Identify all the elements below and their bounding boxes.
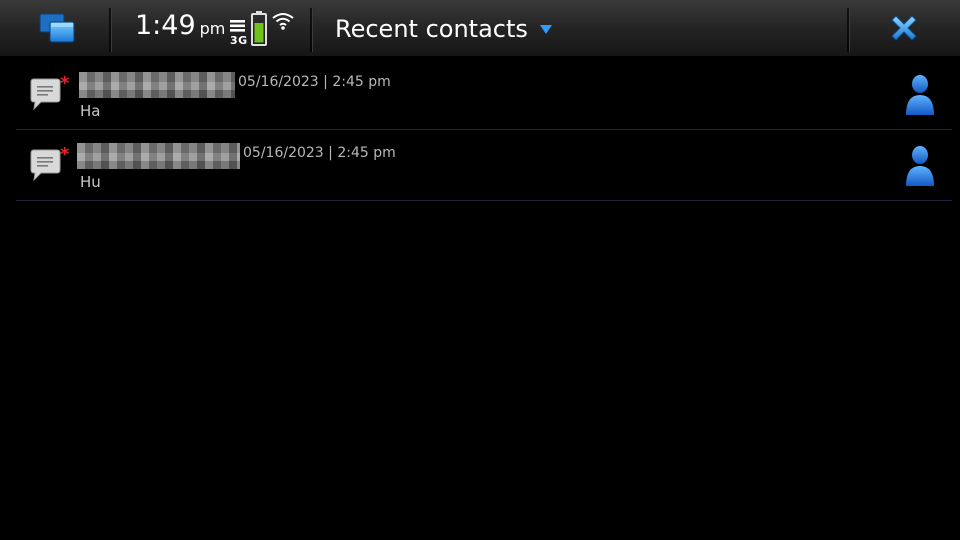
contact-name-redacted xyxy=(79,72,235,98)
wifi-icon xyxy=(272,13,294,30)
unread-message-icon: * xyxy=(30,146,70,182)
message-preview: Hu xyxy=(80,173,101,191)
task-switcher-icon xyxy=(39,13,75,43)
message-preview: Ha xyxy=(80,102,101,120)
app-screen: 1:49 pm 3G Recent contacts * 05/16/2023 … xyxy=(0,0,960,540)
title-separator xyxy=(310,8,313,52)
svg-text:*: * xyxy=(60,146,70,165)
chevron-down-icon xyxy=(539,24,552,34)
contact-avatar-icon[interactable] xyxy=(904,144,936,188)
title-bar: 1:49 pm 3G Recent contacts xyxy=(0,0,960,57)
close-icon xyxy=(891,15,917,41)
network-type: 3G xyxy=(230,34,248,47)
clock-time: 1:49 xyxy=(135,10,196,41)
recent-contacts-list: * 05/16/2023 | 2:45 pm Ha * 05/16/2023 |… xyxy=(16,59,952,201)
unread-message-icon: * xyxy=(30,75,70,111)
battery-icon xyxy=(251,11,267,46)
task-switcher-button[interactable] xyxy=(30,8,82,50)
svg-text:*: * xyxy=(60,75,70,94)
message-time: 2:45 pm xyxy=(332,74,391,90)
title-separator xyxy=(847,8,850,52)
page-title: Recent contacts xyxy=(335,15,528,43)
clock-ampm: pm xyxy=(199,19,226,38)
list-item[interactable]: * 05/16/2023 | 2:45 pm Hu xyxy=(16,130,952,201)
message-date: 05/16/2023 xyxy=(238,74,319,90)
title-separator xyxy=(109,8,112,52)
status-icons[interactable]: 3G xyxy=(226,10,296,50)
message-timestamp: 05/16/2023 | 2:45 pm xyxy=(243,145,396,161)
status-clock[interactable]: 1:49 pm xyxy=(135,10,225,41)
close-button[interactable] xyxy=(888,12,920,44)
contact-name-redacted xyxy=(77,143,240,169)
list-item[interactable]: * 05/16/2023 | 2:45 pm Ha xyxy=(16,59,952,130)
message-timestamp: 05/16/2023 | 2:45 pm xyxy=(238,74,391,90)
message-date: 05/16/2023 xyxy=(243,145,324,161)
view-menu-button[interactable]: Recent contacts xyxy=(335,12,552,46)
contact-avatar-icon[interactable] xyxy=(904,73,936,117)
message-time: 2:45 pm xyxy=(337,145,396,161)
